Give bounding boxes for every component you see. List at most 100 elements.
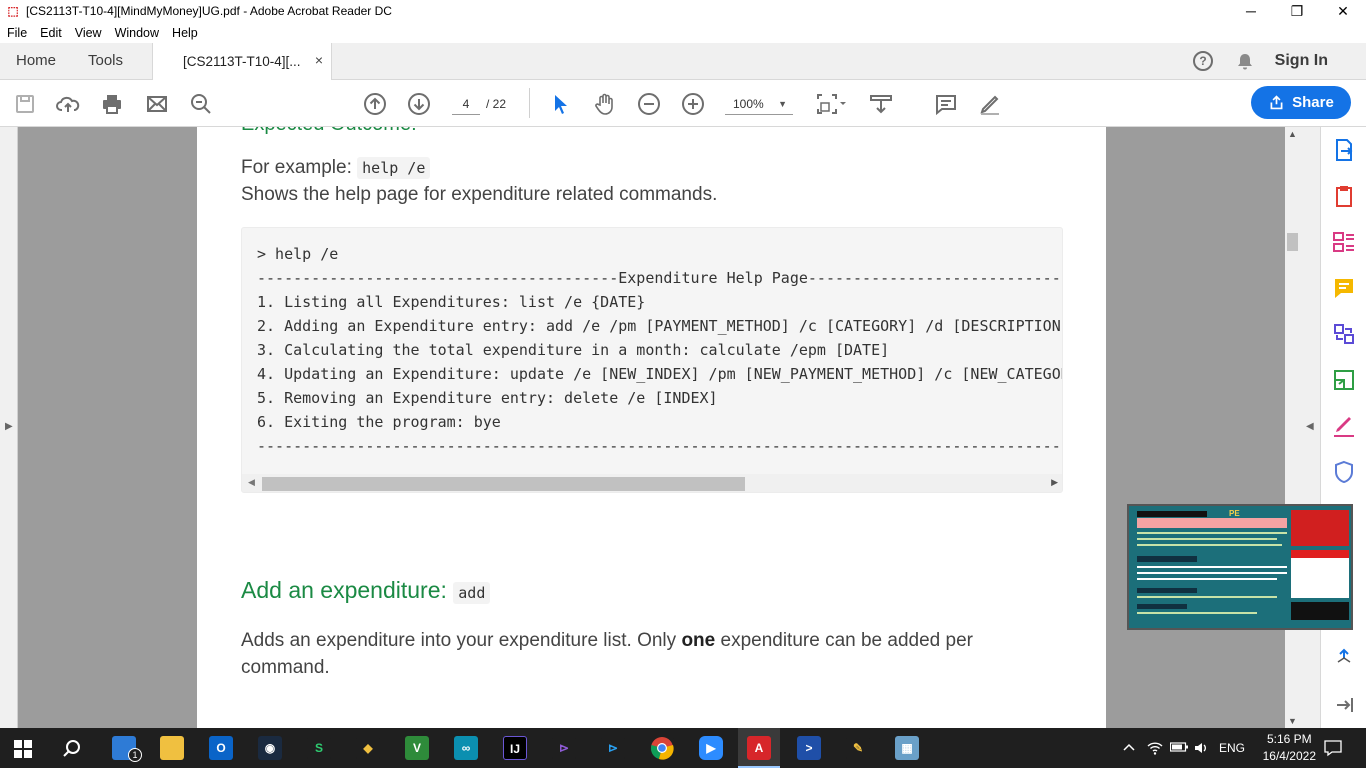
scroll-right-icon[interactable]: ▶: [1051, 477, 1058, 488]
vscode-icon[interactable]: ⊳: [601, 736, 625, 760]
hand-tool-icon[interactable]: [593, 92, 617, 116]
help-icon[interactable]: ?: [1193, 51, 1213, 71]
highlight-pen-icon[interactable]: [978, 92, 1002, 116]
volume-icon[interactable]: [1193, 740, 1209, 780]
show-hidden-icons[interactable]: [1122, 740, 1136, 780]
floating-slide-thumbnail[interactable]: PE: [1127, 504, 1353, 630]
battery-icon[interactable]: [1169, 741, 1188, 781]
expected-outcome-heading: Expected Outcome:: [241, 127, 417, 136]
select-cursor-icon[interactable]: [549, 92, 573, 116]
tab-tools[interactable]: Tools: [88, 52, 123, 69]
protect-shield-icon[interactable]: [1332, 460, 1356, 484]
zoom-out-icon[interactable]: [637, 92, 661, 116]
page-fit-icon[interactable]: [815, 92, 849, 116]
close-tab-icon[interactable]: ×: [315, 52, 323, 68]
excel-icon[interactable]: V: [405, 736, 429, 760]
acrobat-taskbar-item[interactable]: A: [738, 728, 780, 768]
language-indicator[interactable]: ENG: [1219, 741, 1245, 781]
code-horizontal-scrollbar[interactable]: ◀ ▶: [242, 474, 1062, 492]
wifi-icon[interactable]: [1147, 740, 1163, 780]
minimize-button[interactable]: ─: [1228, 0, 1274, 22]
vertical-scrollbar[interactable]: ▲ ▼: [1285, 127, 1300, 728]
zoom-select[interactable]: 100% ▼: [725, 93, 793, 115]
action-center-icon[interactable]: [1324, 739, 1342, 779]
intellij-icon[interactable]: IJ: [503, 736, 527, 760]
tab-home[interactable]: Home: [16, 52, 56, 69]
menu-edit[interactable]: Edit: [33, 26, 68, 40]
outlook-icon[interactable]: O: [209, 736, 233, 760]
right-pane-toggle[interactable]: ◀: [1300, 127, 1320, 728]
git-client-icon[interactable]: ◆: [356, 736, 380, 760]
save-icon[interactable]: [13, 92, 37, 116]
export-pdf-icon[interactable]: [1332, 138, 1356, 162]
arduino-icon[interactable]: ∞: [454, 736, 478, 760]
powershell-icon[interactable]: >: [797, 736, 821, 760]
maximize-button[interactable]: ❐: [1274, 0, 1320, 22]
chevron-down-icon: ▼: [778, 99, 787, 109]
compress-pdf-icon[interactable]: [1332, 368, 1356, 392]
scrollbar-thumb[interactable]: [262, 477, 745, 491]
steam-icon[interactable]: ◉: [258, 736, 282, 760]
example-description: Shows the help page for expenditure rela…: [241, 184, 718, 205]
comment-tool-icon[interactable]: [1332, 276, 1356, 300]
vertical-scrollbar-thumb[interactable]: [1287, 233, 1298, 251]
calculator-app-icon[interactable]: ▦: [895, 736, 919, 760]
sign-in-button[interactable]: Sign In: [1275, 52, 1328, 70]
share-button[interactable]: Share: [1251, 86, 1351, 119]
menu-window[interactable]: Window: [108, 26, 165, 40]
menu-view[interactable]: View: [68, 26, 108, 40]
scroll-left-icon[interactable]: ◀: [248, 477, 255, 488]
collapse-pane-icon[interactable]: [1332, 693, 1356, 717]
email-icon[interactable]: [145, 92, 169, 116]
acrobat-taskbar-icon: A: [747, 736, 771, 760]
expand-right-icon: ▶: [5, 421, 13, 432]
organize-pages-icon[interactable]: [1332, 230, 1356, 254]
toolbar-divider: [529, 88, 530, 118]
share-icon: [1270, 95, 1283, 110]
visual-studio-icon[interactable]: ⊳: [552, 736, 576, 760]
example-code: help /e: [357, 157, 431, 179]
zoom-app-icon[interactable]: ▶: [699, 736, 723, 760]
example-line: For example: help /e: [241, 154, 431, 182]
paint-icon[interactable]: ✎: [846, 736, 870, 760]
section-code: add: [453, 582, 491, 604]
bell-icon[interactable]: [1235, 52, 1255, 72]
system-clock[interactable]: 5:16 PM 16/4/2022: [1263, 731, 1316, 765]
print-icon[interactable]: [100, 92, 124, 116]
file-explorer-icon[interactable]: [160, 736, 184, 760]
combine-files-icon[interactable]: [1332, 322, 1356, 346]
clock-time: 5:16 PM: [1266, 732, 1312, 746]
upload-more-icon[interactable]: [1332, 642, 1356, 666]
code-block[interactable]: > help /e ------------------------------…: [241, 227, 1063, 493]
scrolling-mode-icon[interactable]: [869, 92, 893, 116]
chrome-icon[interactable]: [650, 736, 674, 760]
scroll-up-icon[interactable]: ▲: [1288, 129, 1297, 139]
toolbar: 4 / 22 100% ▼ Share: [0, 80, 1366, 127]
next-page-icon[interactable]: [407, 92, 431, 116]
zoom-in-icon[interactable]: [681, 92, 705, 116]
menu-file[interactable]: File: [0, 26, 33, 40]
zoom-value: 100%: [733, 97, 764, 111]
fill-sign-icon[interactable]: [1332, 414, 1356, 438]
menu-help[interactable]: Help: [165, 26, 204, 40]
search-icon[interactable]: [62, 739, 82, 759]
tab-document[interactable]: [CS2113T-T10-4][... ×: [152, 43, 332, 80]
notification-count-badge: 1: [128, 748, 142, 762]
comment-icon[interactable]: [934, 92, 958, 116]
close-window-button[interactable]: ✕: [1320, 0, 1366, 22]
find-zoom-icon[interactable]: [189, 92, 213, 116]
left-pane-toggle[interactable]: ▶: [0, 127, 18, 728]
clock-date: 16/4/2022: [1262, 749, 1316, 763]
tab-document-label: [CS2113T-T10-4][...: [183, 54, 301, 69]
document-viewer[interactable]: ▶ Expected Outcome: For example: help /e…: [0, 127, 1320, 728]
page-number-input[interactable]: 4: [452, 93, 480, 115]
previous-page-icon[interactable]: [363, 92, 387, 116]
pdf-page: Expected Outcome: For example: help /e S…: [197, 127, 1106, 728]
windows-start-icon[interactable]: [14, 740, 32, 758]
acrobat-icon: ⬚: [7, 4, 19, 18]
create-pdf-icon[interactable]: [1332, 184, 1356, 208]
section-heading: Add an expenditure: add: [241, 577, 491, 604]
scroll-down-icon[interactable]: ▼: [1288, 716, 1297, 726]
upload-cloud-icon[interactable]: [56, 92, 80, 116]
sourcetree-icon[interactable]: S: [307, 736, 331, 760]
